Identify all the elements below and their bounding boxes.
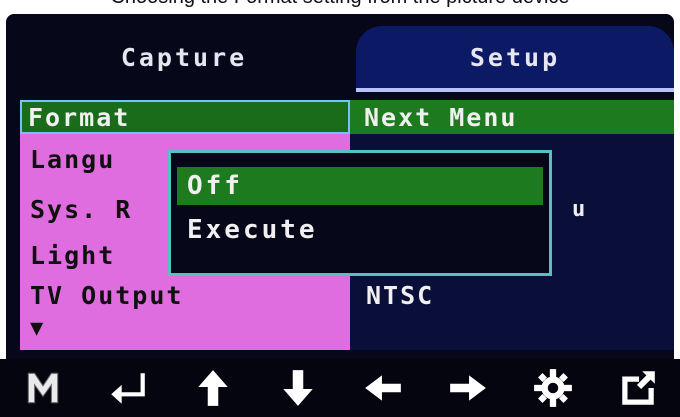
device-screen: Capture Setup Format Next Menu Langu Sys… (6, 14, 674, 359)
m-icon[interactable] (15, 364, 71, 412)
scroll-down-indicator: ▼ (30, 316, 44, 341)
up-arrow-icon[interactable] (185, 364, 241, 412)
menu-item-tv-output[interactable]: TV Output (30, 278, 350, 312)
menu-item-sys-res[interactable]: Sys. R (30, 192, 180, 226)
menu-item-language[interactable]: Langu (30, 142, 180, 176)
popup-option-off[interactable]: Off (177, 167, 543, 205)
format-popup: Off Execute (168, 150, 552, 276)
menu-value-partial: u (572, 196, 588, 222)
popup-option-execute[interactable]: Execute (177, 211, 543, 249)
right-arrow-icon[interactable] (440, 364, 496, 412)
left-arrow-icon[interactable] (355, 364, 411, 412)
menu-value-ntsc[interactable]: NTSC (366, 278, 666, 312)
menu-item-light[interactable]: Light (30, 238, 180, 272)
export-icon[interactable] (610, 364, 666, 412)
enter-icon[interactable] (100, 364, 156, 412)
bottom-button-bar (0, 359, 680, 417)
caption: Choosing the Format setting from the pic… (0, 0, 680, 8)
menu-value-next-menu[interactable]: Next Menu (350, 100, 674, 134)
menu-item-format[interactable]: Format (20, 100, 350, 134)
gear-icon[interactable] (525, 364, 581, 412)
tab-capture[interactable]: Capture (24, 26, 344, 88)
down-arrow-icon[interactable] (270, 364, 326, 412)
tab-setup[interactable]: Setup (356, 26, 674, 92)
